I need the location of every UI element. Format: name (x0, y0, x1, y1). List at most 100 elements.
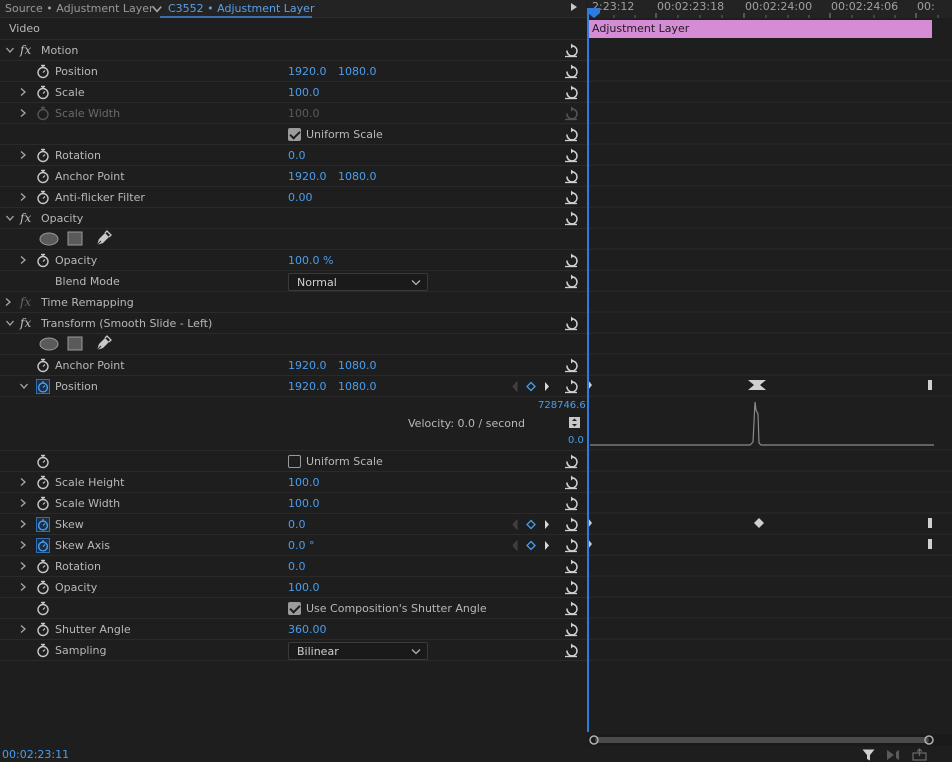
property-position[interactable]: Position 1920.0 1080.0 (0, 376, 587, 397)
rectangle-mask-icon[interactable] (67, 336, 83, 351)
chevron-right-icon[interactable] (18, 582, 28, 592)
reset-icon[interactable] (563, 169, 579, 184)
fx-toggle-icon[interactable]: fx (20, 43, 31, 57)
skew-axis-value[interactable]: 0.0 ° (288, 539, 315, 552)
scale-width-value[interactable]: 100.0 (288, 497, 320, 510)
chevron-right-icon[interactable] (18, 624, 28, 634)
pen-mask-icon[interactable] (94, 335, 112, 352)
stopwatch-icon[interactable] (36, 580, 50, 595)
reset-icon[interactable] (563, 622, 579, 637)
stopwatch-icon[interactable] (36, 622, 50, 637)
reset-icon[interactable] (563, 274, 579, 289)
position-x-value[interactable]: 1920.0 (288, 65, 327, 78)
reset-icon[interactable] (563, 538, 579, 553)
export-icon[interactable] (912, 748, 928, 761)
chevron-right-icon[interactable] (18, 540, 28, 550)
stopwatch-icon[interactable] (36, 64, 50, 79)
timeline-ruler[interactable]: 2:23:12 00:02:23:18 00:02:24:00 00:02:24… (588, 0, 952, 18)
reset-icon[interactable] (563, 601, 579, 616)
chevron-down-icon[interactable] (19, 381, 29, 391)
timeline-zoom-scrollbar[interactable] (588, 733, 952, 747)
stopwatch-icon[interactable] (36, 85, 50, 100)
reset-icon[interactable] (563, 148, 579, 163)
chevron-right-icon[interactable] (18, 477, 28, 487)
toggle-timeline-icon[interactable] (571, 3, 577, 11)
position-y-value[interactable]: 1080.0 (338, 65, 377, 78)
skew-value[interactable]: 0.0 (288, 518, 306, 531)
current-timecode[interactable]: 00:02:23:11 (2, 748, 69, 761)
uniform-scale-checkbox[interactable] (288, 128, 301, 141)
stopwatch-icon[interactable] (36, 454, 50, 469)
playhead-line[interactable] (587, 8, 589, 732)
property-opacity[interactable]: Opacity 100.0 % (0, 250, 587, 271)
chevron-down-icon[interactable] (5, 45, 15, 55)
chevron-right-icon[interactable] (18, 519, 28, 529)
property-anchor-point[interactable]: Anchor Point 1920.0 1080.0 (0, 355, 587, 376)
stopwatch-active-icon[interactable] (36, 517, 50, 532)
velocity-graph[interactable] (590, 398, 934, 450)
reset-icon[interactable] (563, 454, 579, 469)
tab-source-monitor[interactable]: Source • Adjustment Layer (5, 0, 154, 18)
property-uniform-scale[interactable]: Uniform Scale (0, 124, 587, 145)
chevron-right-icon[interactable] (18, 255, 28, 265)
chevron-down-icon[interactable] (5, 318, 15, 328)
chevron-right-icon[interactable] (18, 192, 28, 202)
stopwatch-icon[interactable] (36, 496, 50, 511)
reset-icon[interactable] (563, 559, 579, 574)
chevron-down-icon[interactable] (151, 3, 163, 15)
stopwatch-icon[interactable] (36, 148, 50, 163)
playhead-handle[interactable] (588, 8, 602, 18)
anti-flicker-value[interactable]: 0.00 (288, 191, 313, 204)
stopwatch-icon[interactable] (36, 253, 50, 268)
reset-icon[interactable] (563, 211, 579, 226)
keyframe-navigator-icon[interactable] (511, 380, 553, 393)
position-x-value[interactable]: 1920.0 (288, 380, 327, 393)
graph-scale-icon[interactable] (569, 417, 581, 429)
shutter-angle-value[interactable]: 360.00 (288, 623, 327, 636)
anchor-x-value[interactable]: 1920.0 (288, 359, 327, 372)
stopwatch-active-icon[interactable] (36, 538, 50, 553)
reset-icon[interactable] (563, 43, 579, 58)
reset-icon[interactable] (563, 475, 579, 490)
blend-mode-dropdown[interactable]: Normal (288, 273, 428, 291)
property-shutter-angle[interactable]: Shutter Angle 360.00 (0, 619, 587, 640)
reset-icon[interactable] (563, 517, 579, 532)
stopwatch-active-icon[interactable] (36, 379, 50, 394)
keyframe-navigator-icon[interactable] (511, 518, 553, 531)
anchor-x-value[interactable]: 1920.0 (288, 170, 327, 183)
property-rotation[interactable]: Rotation 0.0 (0, 145, 587, 166)
anchor-y-value[interactable]: 1080.0 (338, 359, 377, 372)
keyframe-timeline-area[interactable] (588, 19, 952, 744)
keyframe-navigator-icon[interactable] (511, 539, 553, 552)
rotation-value[interactable]: 0.0 (288, 560, 306, 573)
property-skew[interactable]: Skew 0.0 (0, 514, 587, 535)
chevron-right-icon[interactable] (18, 498, 28, 508)
reset-icon[interactable] (563, 643, 579, 658)
chevron-down-icon[interactable] (5, 213, 15, 223)
reset-icon[interactable] (563, 190, 579, 205)
reset-icon[interactable] (563, 64, 579, 79)
opacity-value[interactable]: 100.0 (288, 581, 320, 594)
reset-icon[interactable] (563, 379, 579, 394)
property-sampling[interactable]: Sampling Bilinear (0, 640, 587, 661)
rectangle-mask-icon[interactable] (67, 231, 83, 246)
stopwatch-icon[interactable] (36, 169, 50, 184)
reset-icon[interactable] (563, 358, 579, 373)
chevron-right-icon[interactable] (18, 561, 28, 571)
property-anti-flicker[interactable]: Anti-flicker Filter 0.00 (0, 187, 587, 208)
stopwatch-icon[interactable] (36, 190, 50, 205)
sampling-dropdown[interactable]: Bilinear (288, 642, 428, 660)
effect-transform[interactable]: fx Transform (Smooth Slide - Left) (0, 313, 587, 334)
scale-height-value[interactable]: 100.0 (288, 476, 320, 489)
reset-icon[interactable] (563, 127, 579, 142)
chevron-right-icon[interactable] (18, 108, 28, 118)
reset-icon[interactable] (563, 253, 579, 268)
rotation-value[interactable]: 0.0 (288, 149, 306, 162)
property-opacity[interactable]: Opacity 100.0 (0, 577, 587, 598)
property-uniform-scale[interactable]: Uniform Scale (0, 451, 587, 472)
stopwatch-icon[interactable] (36, 559, 50, 574)
opacity-value[interactable]: 100.0 % (288, 254, 333, 267)
stopwatch-icon[interactable] (36, 601, 50, 616)
property-use-comp-shutter[interactable]: Use Composition's Shutter Angle (0, 598, 587, 619)
property-blend-mode[interactable]: Blend Mode Normal (0, 271, 587, 292)
